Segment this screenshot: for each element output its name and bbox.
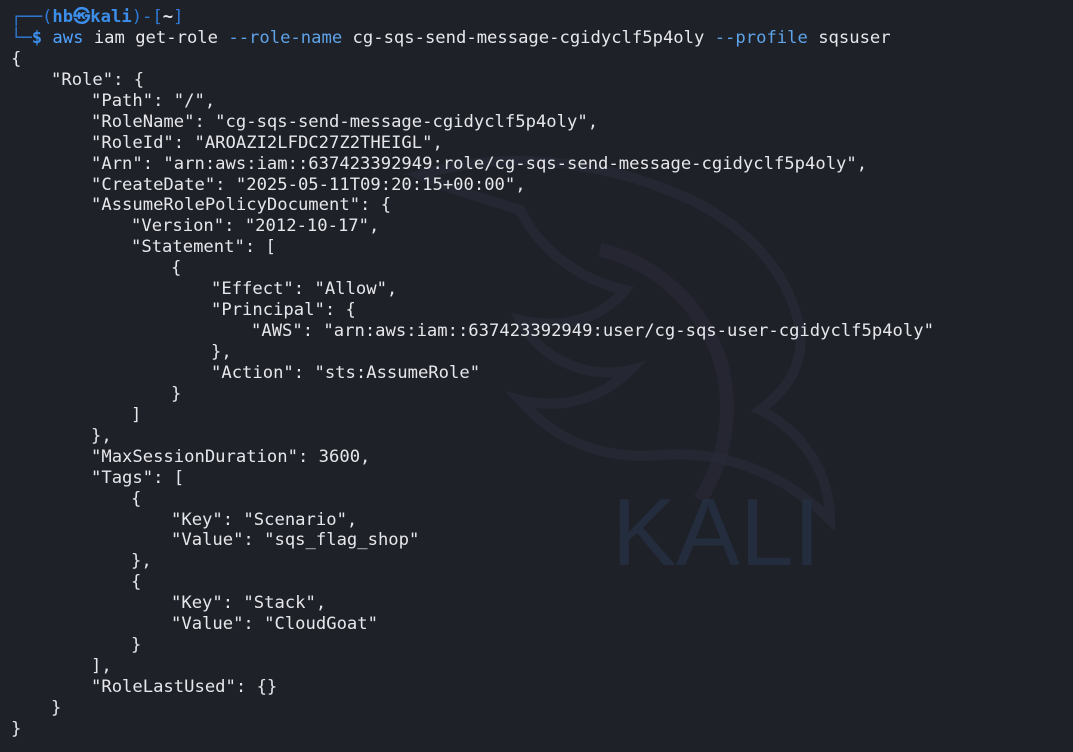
command-flag-profile: --profile	[714, 27, 808, 48]
output-line: }	[171, 383, 182, 404]
command-line[interactable]: └─$ aws iam get-role --role-name cg-sqs-…	[11, 28, 1073, 49]
output-line: "Key": "Scenario",	[171, 509, 358, 530]
prompt-corner-bottom: └─	[11, 27, 32, 48]
output-line: "RoleLastUsed": {}	[91, 677, 278, 697]
output-line: "Key": "Stack",	[171, 593, 327, 614]
output-line: "Arn": "arn:aws:iam::637423392949:role/c…	[91, 153, 868, 174]
output-line: ],	[91, 656, 112, 677]
output-line: "AssumeRolePolicyDocument": {	[91, 195, 392, 216]
output-line: {	[131, 572, 142, 593]
output-line: "RoleId": "AROAZI2LFDC27Z2THEIGL",	[91, 132, 443, 153]
output-line: "MaxSessionDuration": 3600,	[91, 446, 371, 467]
output-line: "CreateDate": "2025-05-11T09:20:15+00:00…	[91, 174, 526, 195]
output-line: }	[51, 697, 62, 718]
prompt-separator: )-[	[131, 7, 163, 27]
command-profile-value: sqsuser	[807, 27, 891, 48]
command-args: iam get-role	[83, 27, 229, 48]
output-line: {	[131, 488, 142, 509]
output-line: "Statement": [	[131, 237, 276, 258]
prompt-dollar: $	[31, 27, 43, 48]
prompt-cwd: ~	[162, 7, 174, 27]
output-line: {	[11, 48, 22, 69]
command-output: { "Role": {"Path": "/", "RoleName": "cg-sq…	[11, 49, 1073, 740]
output-line: "Action": "sts:AssumeRole"	[211, 362, 481, 383]
output-line: },	[91, 425, 112, 446]
output-line: "Effect": "Allow",	[211, 279, 398, 300]
output-line: "Role": {	[51, 69, 145, 90]
terminal-window[interactable]: KALI ┌──(hb㉿kali)-[~] └─$ aws iam get-ro…	[0, 0, 1073, 752]
output-line: "Version": "2012-10-17",	[131, 216, 380, 237]
output-line: "Path": "/",	[91, 90, 216, 111]
output-line: "RoleName": "cg-sqs-send-message-cgidycl…	[91, 111, 599, 132]
command-role-value: cg-sqs-send-message-cgidyclf5p4oly	[342, 27, 715, 48]
command-flag-role-name: --role-name	[228, 27, 343, 48]
prompt-user-host: hb㉿kali	[52, 7, 132, 27]
output-line: },	[211, 342, 232, 362]
output-line: "Value": "sqs_flag_shop"	[171, 530, 420, 551]
output-line: "Principal": {	[211, 300, 356, 321]
prompt-corner-top: ┌──(	[11, 7, 53, 27]
output-line: }	[11, 718, 22, 739]
prompt-line-top: ┌──(hb㉿kali)-[~]	[11, 7, 1073, 28]
terminal-screen: ┌──(hb㉿kali)-[~] └─$ aws iam get-role --…	[11, 7, 1073, 740]
output-line: },	[131, 551, 152, 572]
output-line: "AWS": "arn:aws:iam::637423392949:user/c…	[251, 321, 934, 342]
output-line: {	[171, 258, 182, 279]
prompt-close: ]	[173, 7, 184, 27]
output-line: }	[131, 635, 142, 656]
output-line: "Value": "CloudGoat"	[171, 614, 378, 635]
command-exec: aws	[52, 27, 84, 48]
output-line: "Tags": [	[91, 467, 185, 488]
output-line: ]	[131, 404, 142, 425]
